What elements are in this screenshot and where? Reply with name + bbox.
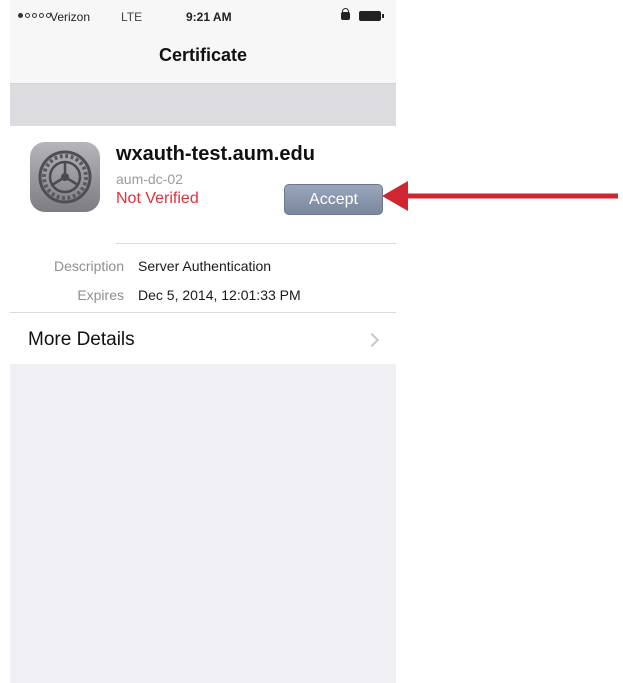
section-spacer <box>10 84 396 126</box>
phone-screen: Verizon LTE 9:21 AM Certificate wxauth-t… <box>10 0 396 683</box>
chevron-right-icon <box>364 332 380 348</box>
certificate-card: wxauth-test.aum.edu aum-dc-02 Not Verifi… <box>10 126 396 364</box>
battery-icon <box>359 11 384 21</box>
description-value: Server Authentication <box>138 258 272 274</box>
expires-label: Expires <box>77 287 124 303</box>
annotation-arrow <box>382 181 618 211</box>
certificate-issuer: aum-dc-02 <box>116 171 183 187</box>
settings-gear-icon <box>30 142 100 212</box>
verification-status: Not Verified <box>116 190 199 207</box>
carrier-name: Verizon <box>50 10 91 24</box>
signal-strength-icon <box>18 13 51 18</box>
status-bar: Verizon LTE 9:21 AM <box>10 0 396 34</box>
certificate-name: wxauth-test.aum.edu <box>116 143 315 165</box>
orientation-lock-icon <box>341 8 350 20</box>
accept-button[interactable]: Accept <box>284 184 383 215</box>
more-details-row[interactable]: More Details <box>10 313 396 364</box>
status-time: 9:21 AM <box>186 10 232 24</box>
header: Verizon LTE 9:21 AM Certificate <box>10 0 396 84</box>
expires-value: Dec 5, 2014, 12:01:33 PM <box>138 287 301 303</box>
page-title: Certificate <box>158 45 248 65</box>
network-type: LTE <box>121 10 143 24</box>
description-label: Description <box>53 258 124 274</box>
more-details-label: More Details <box>28 329 135 350</box>
divider <box>116 243 396 244</box>
